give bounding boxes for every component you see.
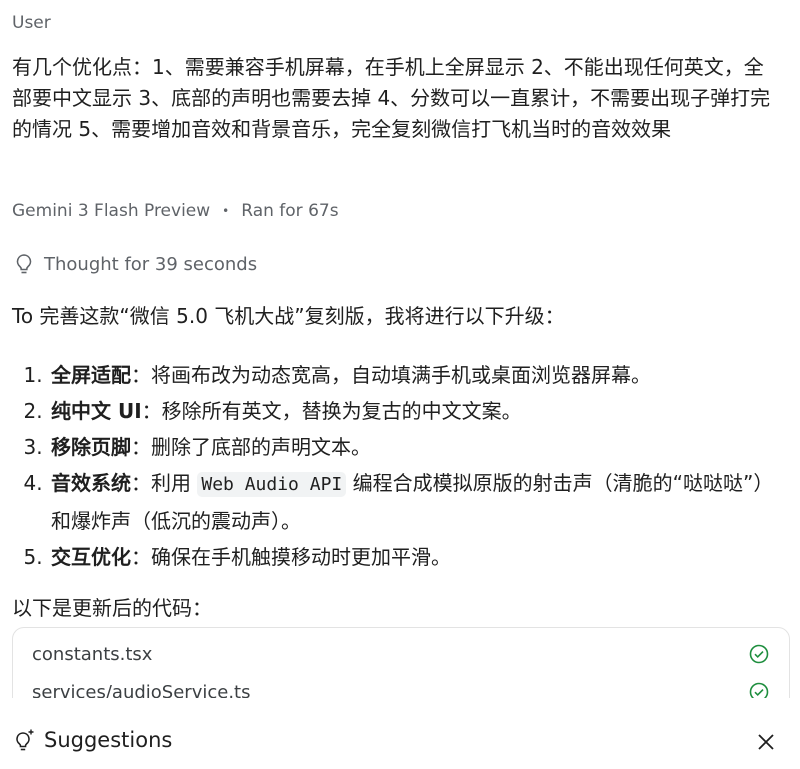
message-role-label: User [12,13,51,33]
list-item: 交互优化：确保在手机触摸移动时更加平滑。 [49,539,789,575]
lightbulb-sparkle-icon [16,729,34,751]
suggestions-bar: Suggestions [0,698,800,769]
list-item: 移除页脚：删除了底部的声明文本。 [49,429,789,465]
close-icon[interactable] [756,732,776,752]
run-time: Ran for 67s [241,201,339,221]
thought-label: Thought for 39 seconds [44,253,258,275]
model-name: Gemini 3 Flash Preview [12,201,211,221]
file-row[interactable]: constants.tsx [13,635,789,673]
response-intro: To 完善这款“微信 5.0 飞机大战”复刻版，我将进行以下升级： [12,304,565,328]
response-outro: 以下是更新后的代码： [12,596,212,620]
suggestions-toggle[interactable]: Suggestions [14,728,172,752]
list-item: 音效系统：利用 Web Audio API 编程合成模拟原版的射击声（清脆的“哒… [49,465,789,539]
file-name: constants.tsx [32,643,153,665]
list-item: 纯中文 UI：移除所有英文，替换为复古的中文文案。 [49,393,789,429]
check-circle-icon [749,644,769,664]
separator-dot: • [222,204,230,218]
lightbulb-icon [16,254,32,274]
list-item: 全屏适配：将画布改为动态宽高，自动填满手机或桌面浏览器屏幕。 [49,357,789,393]
inline-code: Web Audio API [197,472,347,497]
user-message: 有几个优化点：1、需要兼容手机屏幕，在手机上全屏显示 2、不能出现任何英文，全部… [12,55,771,141]
upgrade-list: 全屏适配：将画布改为动态宽高，自动填满手机或桌面浏览器屏幕。 纯中文 UI：移除… [12,357,789,575]
model-info: Gemini 3 Flash Preview • Ran for 67s [12,201,339,221]
suggestions-label: Suggestions [44,728,173,752]
thought-toggle[interactable]: Thought for 39 seconds [14,253,257,275]
